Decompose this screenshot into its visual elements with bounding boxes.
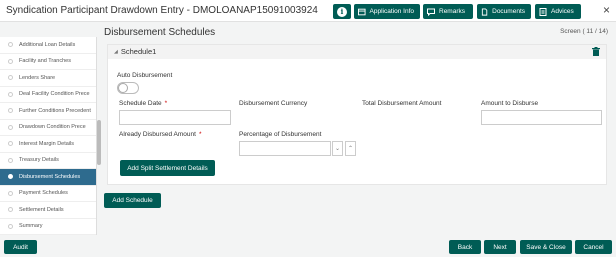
sidebar: Additional Loan Details Facility and Tra… [0,37,97,235]
sidebar-item-label: Payment Schedules [19,190,68,197]
sidebar-item-interest-margin[interactable]: Interest Margin Details [0,136,96,153]
step-dot-icon [8,174,13,180]
sidebar-item-label: Further Conditions Precedent [19,107,91,114]
schedule-date-label: Schedule Date * [119,100,168,107]
sidebar-item-deal-facility-condition[interactable]: Deal Facility Condition Prece [0,87,96,103]
next-button[interactable]: Next [484,240,516,254]
documents-button[interactable]: Documents [477,4,531,19]
step-dot-icon [8,58,13,64]
application-info-button[interactable]: Application Info [354,4,420,19]
auto-disbursement-label: Auto Disbursement [117,72,173,79]
remarks-icon [427,8,435,16]
toggle-knob [118,83,128,93]
audit-button[interactable]: Audit [4,240,37,254]
disbursement-currency-label: Disbursement Currency [239,100,308,107]
step-dot-icon [8,223,13,229]
schedule-title: Schedule1 [120,47,157,56]
document-icon [481,7,488,16]
amount-to-disburse-label: Amount to Disburse [481,100,539,107]
sidebar-item-label: Lenders Share [19,74,56,81]
percentage-of-disbursement-label: Percentage of Disbursement [239,131,322,138]
application-icon [358,8,366,15]
add-split-settlement-button[interactable]: Add Split Settlement Details [120,160,215,176]
step-dot-icon [8,91,13,97]
step-dot-icon [8,141,13,147]
advices-button[interactable]: Advices [535,4,581,19]
sidebar-item-lenders-share[interactable]: Lenders Share [0,70,96,87]
already-disbursed-amount-label: Already Disbursed Amount * [119,131,202,138]
schedule-collapse-toggle[interactable]: ◢ Schedule1 [114,47,156,56]
application-info-label: Application Info [369,8,414,15]
sidebar-item-label: Disbursement Schedules [19,173,81,180]
sidebar-item-drawdown-condition[interactable]: Drawdown Condition Prece [0,120,96,136]
documents-label: Documents [492,8,525,15]
amount-to-disburse-input[interactable] [481,110,602,125]
sidebar-item-treasury-details[interactable]: Treasury Details [0,153,96,169]
total-disbursement-amount-label: Total Disbursement Amount [362,100,442,107]
sidebar-item-payment-schedules[interactable]: Payment Schedules [0,186,96,202]
chevron-down-icon[interactable]: ⌄ [332,141,343,156]
title-bar: Syndication Participant Drawdown Entry -… [0,0,616,22]
step-dot-icon [8,157,13,163]
sidebar-scrollbar[interactable] [97,120,101,165]
info-button[interactable]: i [333,4,351,19]
step-dot-icon [8,207,13,213]
sidebar-item-label: Interest Margin Details [19,140,75,147]
sidebar-item-label: Settlement Details [19,206,64,213]
step-dot-icon [8,190,13,196]
save-close-button[interactable]: Save & Close [520,240,572,254]
info-icon: i [337,6,347,17]
close-icon[interactable]: × [603,3,610,17]
sidebar-item-facility-and-tranches[interactable]: Facility and Tranches [0,54,96,70]
step-dot-icon [8,75,13,81]
step-dot-icon [8,108,13,114]
sidebar-item-label: Treasury Details [19,157,59,164]
remarks-button[interactable]: Remarks [423,4,473,19]
remarks-label: Remarks [439,8,466,15]
sidebar-item-label: Additional Loan Details [19,41,76,48]
add-schedule-button[interactable]: Add Schedule [104,193,161,208]
sidebar-item-further-conditions[interactable]: Further Conditions Precedent [0,103,96,120]
advices-label: Advices [551,8,574,15]
schedule-panel-header: ◢ Schedule1 [108,45,606,59]
trash-icon[interactable] [592,47,600,56]
screen-indicator: Screen ( 11 / 14) [560,28,608,35]
sidebar-item-summary[interactable]: Summary [0,219,96,235]
chevron-up-icon[interactable]: ⌃ [345,141,356,156]
back-button[interactable]: Back [449,240,481,254]
window-title: Syndication Participant Drawdown Entry -… [6,5,318,16]
percentage-of-disbursement-input[interactable] [239,141,331,156]
sidebar-item-settlement-details[interactable]: Settlement Details [0,202,96,219]
sidebar-item-label: Facility and Tranches [19,58,71,65]
sidebar-item-additional-loan-details[interactable]: Additional Loan Details [0,37,96,54]
sidebar-item-disbursement-schedules[interactable]: Disbursement Schedules [0,169,96,186]
sidebar-item-label: Deal Facility Condition Prece [19,91,90,98]
cancel-button[interactable]: Cancel [575,240,612,254]
step-dot-icon [8,124,13,130]
sidebar-item-label: Summary [19,223,43,230]
page-title: Disbursement Schedules [104,27,216,38]
advices-icon [539,7,547,16]
caret-down-icon: ◢ [114,48,118,55]
schedule-date-input[interactable] [119,110,231,125]
step-dot-icon [8,42,13,48]
sidebar-item-label: Drawdown Condition Prece [19,124,86,131]
auto-disbursement-toggle[interactable] [117,82,139,94]
